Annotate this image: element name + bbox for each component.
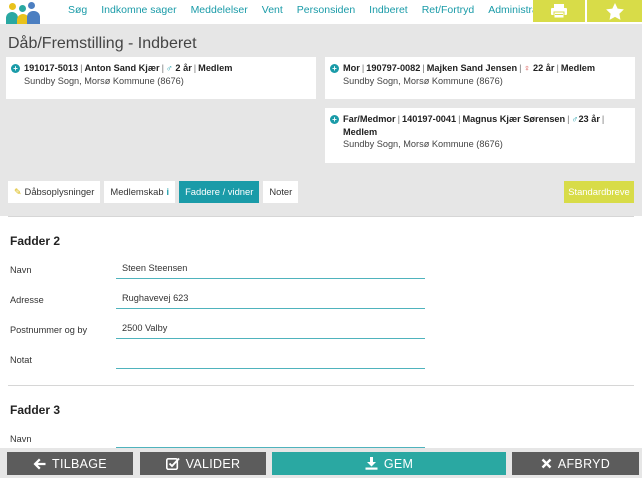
fadder-2-postcode-city-input[interactable] <box>116 318 425 339</box>
father-parish: Sundby Sogn, Morsø Kommune (8676) <box>343 139 503 149</box>
nav-item-personsiden[interactable]: Personsiden <box>290 0 362 22</box>
child-age: 2 år <box>175 63 192 73</box>
tab-noter[interactable]: Noter <box>263 181 299 203</box>
nav-item-meddelelser[interactable]: Meddelelser <box>184 0 255 22</box>
arrow-left-icon <box>33 458 46 470</box>
father-card: + Far/Medmor | 140197-0041 | Magnus Kjær Sør… <box>325 108 635 163</box>
father-role: Far/Medmor <box>343 114 396 124</box>
divider <box>8 216 634 217</box>
godparents-form: Fadder 2 Navn Adresse Postnummer og by N… <box>0 216 642 448</box>
nav-item-ret-fortryd[interactable]: Ret/Fortryd <box>415 0 482 22</box>
action-bar: TILBAGE VALIDER GEM AFBRYD <box>0 448 642 478</box>
cancel-button[interactable]: AFBRYD <box>512 452 639 475</box>
top-nav: Søg Indkomne sager Meddelelser Vent Pers… <box>0 0 642 24</box>
nav-item-indberet[interactable]: Indberet <box>362 0 415 22</box>
church-logo[interactable] <box>6 2 44 24</box>
fadder-3-name-input[interactable] <box>116 427 425 448</box>
favorites-button[interactable] <box>587 0 642 22</box>
divider <box>8 385 634 386</box>
expand-plus-icon[interactable]: + <box>11 64 20 73</box>
close-icon <box>541 458 552 469</box>
father-status: Medlem <box>343 126 378 137</box>
address-label: Adresse <box>10 295 44 305</box>
mother-card: + Mor | 190797-0082 | Majken Sand Jensen | ♀ 2… <box>325 57 635 99</box>
tab-daabsoplysninger[interactable]: ✎ Dåbsoplysninger <box>8 181 101 203</box>
nav-item-soeg[interactable]: Søg <box>68 0 94 22</box>
save-button[interactable]: GEM <box>272 452 506 475</box>
name-label: Navn <box>10 434 32 444</box>
expand-plus-icon[interactable]: + <box>330 64 339 73</box>
download-icon <box>365 457 378 470</box>
postcode-city-label: Postnummer og by <box>10 325 88 335</box>
star-icon <box>605 2 624 20</box>
father-name: Magnus Kjær Sørensen <box>462 114 566 124</box>
mother-cpr: 190797-0082 <box>366 63 421 73</box>
child-card: + 191017-5013 | Anton Sand Kjær | ♂ 2 år | Med… <box>6 57 316 99</box>
fadder-2-title: Fadder 2 <box>10 234 61 248</box>
validate-button[interactable]: VALIDER <box>140 452 266 475</box>
fadder-2-note-input[interactable] <box>116 348 425 369</box>
tab-medlemskab[interactable]: Medlemskab i <box>104 181 176 203</box>
female-person-icon: ♀ <box>523 63 531 73</box>
nav-item-indkomne-sager[interactable]: Indkomne sager <box>94 0 183 22</box>
print-button[interactable] <box>533 0 585 22</box>
tab-bar: ✎ Dåbsoplysninger Medlemskab i Faddere / v… <box>8 181 299 203</box>
back-button[interactable]: TILBAGE <box>7 452 133 475</box>
mother-status: Medlem <box>560 63 596 73</box>
checkbox-icon <box>165 457 180 470</box>
mother-age: 22 år <box>533 63 555 73</box>
printer-icon <box>551 4 567 19</box>
fadder-2-address-input[interactable] <box>116 288 425 309</box>
mother-parish: Sundby Sogn, Morsø Kommune (8676) <box>343 75 503 86</box>
fadder-3-title: Fadder 3 <box>10 403 61 417</box>
main-menu: Søg Indkomne sager Meddelelser Vent Pers… <box>68 0 562 22</box>
father-age: 23 år <box>578 114 600 124</box>
pencil-icon: ✎ <box>14 187 22 197</box>
expand-plus-icon[interactable]: + <box>330 115 339 124</box>
tab-faddere-vidner[interactable]: Faddere / vidner <box>179 181 260 203</box>
mother-name: Majken Sand Jensen <box>426 63 518 73</box>
nav-item-vent[interactable]: Vent <box>255 0 290 22</box>
child-status: Medlem <box>198 63 233 73</box>
standard-letters-button[interactable]: Standardbreve <box>564 181 634 203</box>
mother-role: Mor <box>343 63 360 73</box>
info-icon: i <box>166 187 170 197</box>
father-cpr: 140197-0041 <box>401 114 457 124</box>
male-person-icon: ♂ <box>165 63 173 73</box>
name-label: Navn <box>10 265 32 275</box>
child-parish: Sundby Sogn, Morsø Kommune (8676) <box>24 75 184 86</box>
page-title: Dåb/Fremstilling - Indberet <box>8 35 197 52</box>
child-cpr: 191017-5013 <box>24 63 79 73</box>
child-name: Anton Sand Kjær <box>84 63 160 73</box>
note-label: Notat <box>10 355 32 365</box>
fadder-2-name-input[interactable] <box>116 258 425 279</box>
